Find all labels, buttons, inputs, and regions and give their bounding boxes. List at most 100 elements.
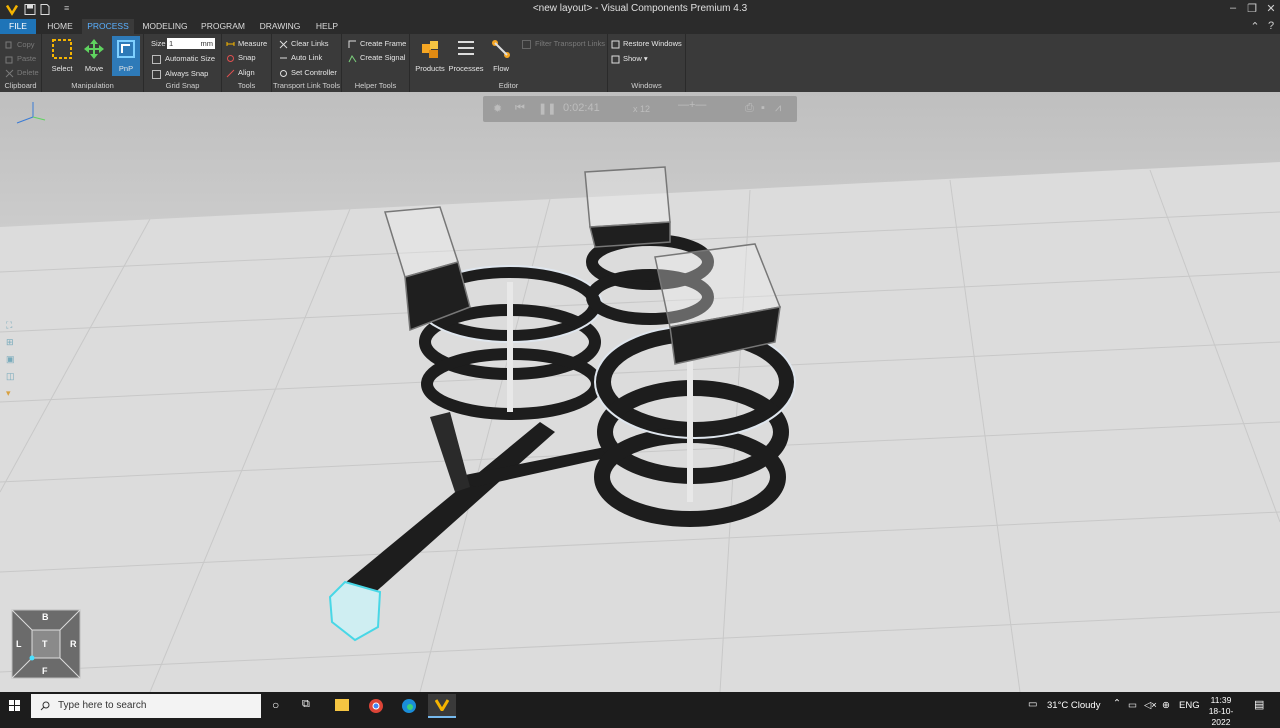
show-dropdown[interactable]: Show ▾: [611, 53, 648, 65]
snap-icon: [227, 54, 234, 62]
title-bar: ≡ <new layout> - Visual Components Premi…: [0, 0, 1280, 19]
simulation-speed: x 12: [633, 104, 651, 114]
editor-group-label: Editor: [498, 81, 519, 90]
show-icon: [611, 55, 620, 64]
controller-icon: [280, 69, 287, 77]
create-signal-button[interactable]: Create Signal: [348, 52, 405, 64]
restore-windows-button[interactable]: Restore Windows: [611, 38, 682, 50]
products-button[interactable]: Products: [412, 38, 448, 73]
processes-button[interactable]: Processes: [448, 38, 484, 73]
visual-components-icon: [435, 699, 449, 711]
language-indicator[interactable]: ENG: [1179, 700, 1200, 711]
cube-face-top[interactable]: T: [42, 639, 48, 649]
filter-transport-links-checkbox[interactable]: Filter Transport Links: [522, 38, 605, 50]
pnp-button[interactable]: PnP: [112, 36, 140, 76]
notifications-icon[interactable]: ▤: [1254, 698, 1264, 711]
perspective-icon[interactable]: ◫: [6, 371, 20, 382]
restore-icon[interactable]: ❐: [1245, 2, 1259, 15]
flow-button[interactable]: Flow: [486, 38, 516, 73]
clock[interactable]: 11:39 18-10-2022: [1200, 695, 1242, 728]
simulation-control-bar: ✹ ⏮ ❚❚ 0:02:41 x 12 —+— ⎙ ▪ ⩘: [483, 96, 797, 122]
render-mode-icon[interactable]: ▾: [6, 388, 20, 399]
close-icon[interactable]: ✕: [1264, 2, 1278, 15]
viewport-tools: ⛶ ⊞ ▣ ◫ ▾: [6, 320, 20, 399]
speed-slider[interactable]: —+—: [678, 99, 706, 111]
straight-conveyor: [340, 412, 610, 597]
grid-snap-group: Size 1 mm Automatic Size Always Snap Gri…: [144, 34, 222, 92]
windows-start-icon[interactable]: [9, 700, 21, 712]
simulation-time: 0:02:41: [563, 102, 600, 114]
statistics-icon[interactable]: ⩘: [775, 102, 781, 115]
chrome-icon[interactable]: [368, 698, 384, 714]
weather-text[interactable]: 31°C Cloudy: [1047, 700, 1100, 711]
visual-components-task[interactable]: [428, 694, 456, 718]
clipboard-group-label: Clipboard: [4, 81, 37, 90]
tab-help[interactable]: HELP: [312, 19, 342, 34]
delete-button[interactable]: Delete: [5, 67, 39, 79]
flow-icon: [492, 40, 510, 58]
zoom-selected-icon[interactable]: ⊞: [6, 337, 20, 348]
windows-group-label: Windows: [631, 81, 662, 90]
conveyor-end-box: [328, 580, 382, 642]
cube-face-front[interactable]: F: [42, 666, 48, 676]
clear-links-button[interactable]: Clear Links: [279, 38, 329, 50]
zoom-fit-icon[interactable]: ⛶: [6, 320, 20, 331]
set-controller-button[interactable]: Set Controller: [279, 67, 337, 79]
always-snap-checkbox[interactable]: Always Snap: [152, 68, 208, 80]
paste-button[interactable]: Paste: [5, 53, 36, 65]
top-view-icon[interactable]: ▣: [6, 354, 20, 365]
cortana-icon[interactable]: ○: [272, 698, 279, 712]
weather-icon[interactable]: ▭: [1028, 699, 1037, 710]
tab-process[interactable]: PROCESS: [82, 19, 134, 34]
help-icon[interactable]: ?: [1264, 20, 1278, 32]
video-icon[interactable]: ▪: [761, 102, 765, 114]
select-button[interactable]: Select: [48, 38, 76, 73]
tab-program[interactable]: PROGRAM: [198, 19, 248, 34]
task-view-icon[interactable]: ⧉: [302, 698, 310, 711]
3d-viewport[interactable]: ✹ ⏮ ❚❚ 0:02:41 x 12 —+— ⎙ ▪ ⩘ ⛶ ⊞ ▣ ◫ ▾ …: [0, 92, 1280, 692]
tab-home[interactable]: HOME: [42, 19, 78, 34]
tray-expand-icon[interactable]: ⌃: [1113, 698, 1121, 709]
cube-face-back[interactable]: B: [42, 612, 49, 622]
conveyor-layout-model[interactable]: [0, 92, 1280, 692]
restore-windows-icon: [611, 40, 620, 49]
tools-group: Measure Snap Align Tools: [222, 34, 272, 92]
create-frame-button[interactable]: Create Frame: [348, 38, 406, 50]
size-input[interactable]: 1 mm: [167, 38, 215, 49]
tab-modeling[interactable]: MODELING: [138, 19, 192, 34]
tab-file[interactable]: FILE: [0, 19, 36, 34]
signal-icon: [348, 54, 357, 62]
measure-button[interactable]: Measure: [226, 38, 267, 50]
move-button[interactable]: Move: [80, 38, 108, 73]
helper-tools-label: Helper Tools: [354, 81, 397, 90]
auto-link-button[interactable]: Auto Link: [279, 52, 322, 64]
cube-face-left[interactable]: L: [16, 639, 22, 649]
align-icon: [226, 69, 235, 77]
collapse-ribbon-icon[interactable]: ⌃: [1248, 20, 1262, 33]
cube-face-right[interactable]: R: [70, 639, 77, 649]
measure-icon: [226, 41, 235, 46]
settings-icon[interactable]: ✹: [493, 102, 502, 115]
volume-icon[interactable]: ◁×: [1144, 700, 1157, 711]
network-icon[interactable]: ▭: [1128, 700, 1137, 711]
copy-icon: [5, 41, 12, 49]
wifi-icon[interactable]: ⊕: [1162, 700, 1170, 711]
reset-icon[interactable]: ⏮: [515, 102, 525, 115]
taskbar-search-input[interactable]: Type here to search: [31, 694, 261, 718]
snap-button[interactable]: Snap: [226, 52, 256, 64]
minimize-icon[interactable]: –: [1226, 2, 1240, 14]
automatic-size-checkbox[interactable]: Automatic Size: [152, 53, 215, 65]
copy-button[interactable]: Copy: [5, 39, 35, 51]
clipboard-group: Copy Paste Delete Clipboard: [0, 34, 42, 92]
edge-icon[interactable]: [401, 698, 417, 714]
helper-tools-group: Create Frame Create Signal Helper Tools: [342, 34, 410, 92]
machine-enclosures: [384, 166, 782, 365]
file-explorer-icon[interactable]: [335, 699, 349, 711]
record-icon[interactable]: ⎙: [745, 102, 754, 115]
auto-link-icon: [280, 57, 287, 59]
delete-icon: [5, 69, 14, 77]
align-button[interactable]: Align: [226, 67, 255, 79]
pause-icon[interactable]: ❚❚: [538, 102, 556, 115]
clear-links-icon: [279, 40, 288, 48]
tab-drawing[interactable]: DRAWING: [256, 19, 304, 34]
